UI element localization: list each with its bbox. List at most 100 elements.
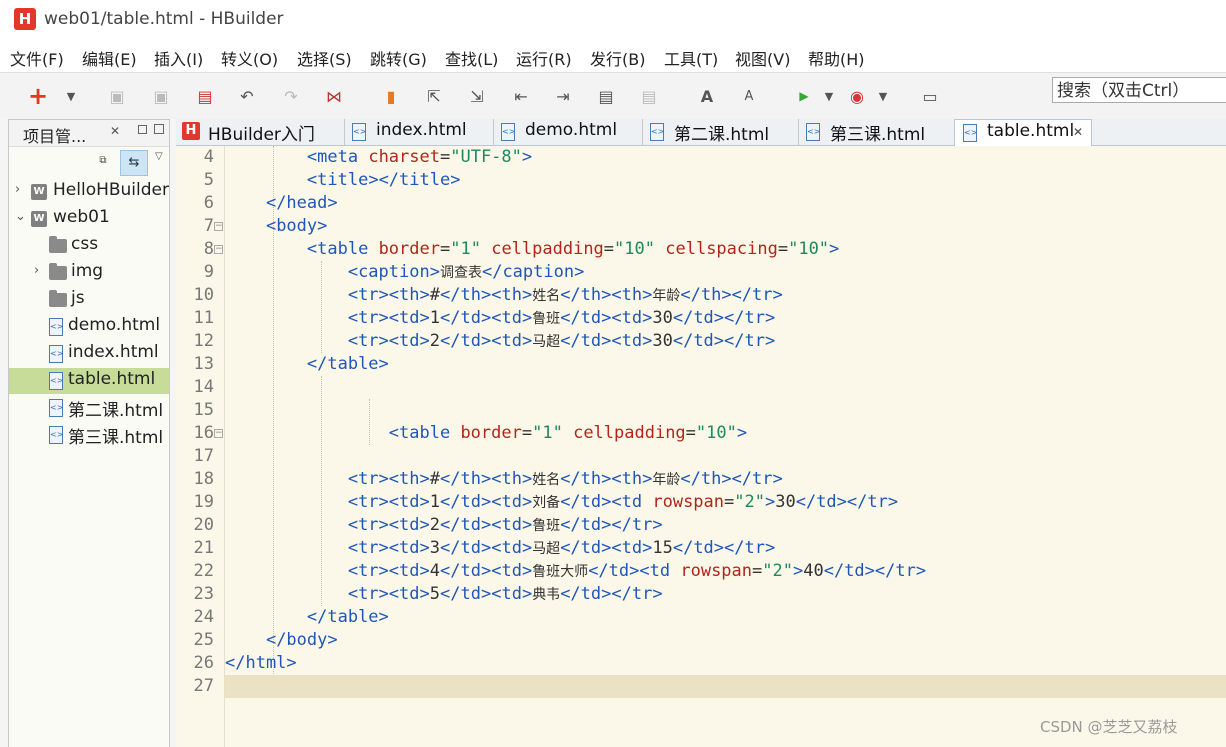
close-icon[interactable]: ✕ [110, 124, 120, 138]
code-line[interactable]: </head> [225, 192, 1226, 215]
uncomment-icon[interactable]: ▤ [638, 85, 660, 107]
notes-icon[interactable]: ▭ [919, 85, 941, 107]
browser-icon[interactable]: ◉ [846, 85, 868, 107]
menu-escape[interactable]: 转义(O) [221, 46, 278, 70]
code-editor[interactable]: 4 5 6 7−8−9 10 11 12 13 14 15 16−17 18 19 20 21 22 23 24 2… [176, 146, 1226, 747]
menu-view[interactable]: 视图(V) [735, 46, 790, 70]
menu-edit[interactable]: 编辑(E) [82, 46, 137, 70]
code-line[interactable]: <tr><td>4</td><td>鲁班大师</td><td rowspan="… [225, 560, 1226, 583]
fold-toggle-icon[interactable]: − [214, 429, 223, 438]
line-number: 24 [193, 607, 214, 627]
close-file-icon[interactable]: ▤ [194, 85, 216, 107]
minimize-icon[interactable] [138, 125, 147, 134]
menu-file[interactable]: 文件(F) [10, 46, 64, 70]
undo-icon[interactable]: ↶ [236, 85, 258, 107]
tree-item[interactable]: <> index.html [9, 341, 169, 367]
menu-goto[interactable]: 跳转(G) [370, 46, 427, 70]
fold-toggle-icon[interactable]: − [214, 245, 223, 254]
chevron-down-icon[interactable]: ⌄ [15, 209, 26, 224]
new-icon[interactable]: + [27, 82, 49, 110]
tree-item[interactable]: js [9, 287, 169, 313]
close-tab-icon[interactable]: ✕ [1073, 125, 1083, 139]
toolbar: + ▼ ▣ ▣ ▤ ↶ ↷ ⋈ ▮ ⇱ ⇲ ⇤ ⇥ ▤ ▤ A A ▶ ▼ ◉ … [0, 72, 1226, 119]
tree-item[interactable]: <> table.html [9, 368, 169, 394]
code-line[interactable]: <table border="1" cellpadding="10" cells… [225, 238, 1226, 261]
format-icon[interactable]: ⋈ [323, 85, 345, 107]
chevron-right-icon[interactable]: › [15, 182, 20, 197]
editor-tab[interactable]: H HBuilder入门 [176, 119, 345, 145]
collapse-all-icon[interactable]: ⧉ [96, 155, 110, 169]
menu-publish[interactable]: 发行(B) [590, 46, 645, 70]
code-line[interactable]: <tr><td>1</td><td>鲁班</td><td>30</td></tr… [225, 307, 1226, 330]
code-line[interactable]: <tr><th>#</th><th>姓名</th><th>年龄</th></tr… [225, 468, 1226, 491]
tree-item[interactable]: › W HelloHBuilder [9, 179, 169, 205]
font-decrease-icon[interactable]: A [738, 85, 760, 107]
goto-end-icon[interactable]: ⇥ [552, 85, 574, 107]
line-number: 26 [193, 653, 214, 673]
editor-tab[interactable]: <> 第二课.html [642, 119, 799, 145]
code-line[interactable]: <tr><td>2</td><td>鲁班</td></tr> [225, 514, 1226, 537]
menu-select[interactable]: 选择(S) [297, 46, 352, 70]
code-line[interactable]: <title></title> [225, 169, 1226, 192]
code-line[interactable]: <body> [225, 215, 1226, 238]
code-text: <tr><td>2</td><td>马超</td><td>30</td></tr… [347, 331, 776, 351]
code-line[interactable] [225, 399, 1226, 422]
code-line[interactable] [225, 445, 1226, 468]
link-editor-icon[interactable]: ⇆ [120, 150, 148, 176]
menu-find[interactable]: 查找(L) [445, 46, 498, 70]
html-file-icon: <> [49, 399, 63, 417]
menu-tools[interactable]: 工具(T) [664, 46, 718, 70]
code-line[interactable]: <tr><td>3</td><td>马超</td><td>15</td></tr… [225, 537, 1226, 560]
run-dropdown-icon[interactable]: ▼ [818, 85, 840, 107]
tree-item[interactable]: <> demo.html [9, 314, 169, 340]
code-area[interactable]: <meta charset="UTF-8"> <title></title> <… [225, 146, 1226, 747]
goto-start-icon[interactable]: ⇤ [510, 85, 532, 107]
browser-dropdown-icon[interactable]: ▼ [872, 85, 894, 107]
tree-item[interactable]: ⌄ Wweb01 [9, 206, 169, 232]
code-line[interactable]: <meta charset="UTF-8"> [225, 146, 1226, 169]
code-line[interactable]: </table> [225, 353, 1226, 376]
code-line[interactable]: <tr><td>1</td><td>刘备</td><td rowspan="2"… [225, 491, 1226, 514]
code-line[interactable] [225, 675, 1226, 698]
run-icon[interactable]: ▶ [793, 85, 815, 107]
code-line[interactable]: <tr><td>2</td><td>马超</td><td>30</td></tr… [225, 330, 1226, 353]
watermark: CSDN @芝芝又荔枝 [1040, 718, 1178, 736]
new-dropdown-icon[interactable]: ▼ [60, 85, 82, 107]
code-line[interactable]: <tr><th>#</th><th>姓名</th><th>年龄</th></tr… [225, 284, 1226, 307]
save-all-icon[interactable]: ▣ [150, 85, 172, 107]
font-increase-icon[interactable]: A [696, 85, 718, 107]
code-line[interactable]: <table border="1" cellpadding="10"> [225, 422, 1226, 445]
html-file-icon: <> [650, 123, 664, 141]
editor-tab[interactable]: <> index.html [344, 119, 494, 145]
maximize-icon[interactable] [154, 124, 164, 134]
tree-item[interactable]: › img [9, 260, 169, 286]
code-line[interactable]: </html> [225, 652, 1226, 675]
tree-item[interactable]: css [9, 233, 169, 259]
code-line[interactable] [225, 376, 1226, 399]
search-input[interactable]: 搜索（双击Ctrl） [1052, 77, 1226, 103]
code-line[interactable]: </table> [225, 606, 1226, 629]
fold-toggle-icon[interactable]: − [214, 222, 223, 231]
editor-tab[interactable]: <> table.html ✕ [954, 119, 1092, 147]
redo-icon[interactable]: ↷ [280, 85, 302, 107]
editor-tab[interactable]: <> 第三课.html [798, 119, 955, 145]
code-line[interactable]: </body> [225, 629, 1226, 652]
bookmark-icon[interactable]: ▮ [380, 85, 402, 107]
view-menu-icon[interactable]: ▽ [155, 151, 163, 162]
tree-item[interactable]: <> 第三课.html [9, 422, 169, 448]
goto-top-icon[interactable]: ⇱ [423, 85, 445, 107]
folder-icon [49, 236, 67, 253]
save-icon[interactable]: ▣ [106, 85, 128, 107]
tree-item[interactable]: <> 第二课.html [9, 395, 169, 421]
comment-icon[interactable]: ▤ [595, 85, 617, 107]
code-line[interactable]: <caption>调查表</caption> [225, 261, 1226, 284]
goto-bottom-icon[interactable]: ⇲ [466, 85, 488, 107]
menu-insert[interactable]: 插入(I) [154, 46, 203, 70]
menu-run[interactable]: 运行(R) [516, 46, 572, 70]
menu-help[interactable]: 帮助(H) [808, 46, 865, 70]
code-line[interactable]: <tr><td>5</td><td>典韦</td></tr> [225, 583, 1226, 606]
chevron-right-icon[interactable]: › [34, 263, 39, 278]
tree-item-label: js [71, 288, 85, 308]
html-file-icon: <> [501, 123, 515, 141]
editor-tab[interactable]: <> demo.html [493, 119, 643, 145]
